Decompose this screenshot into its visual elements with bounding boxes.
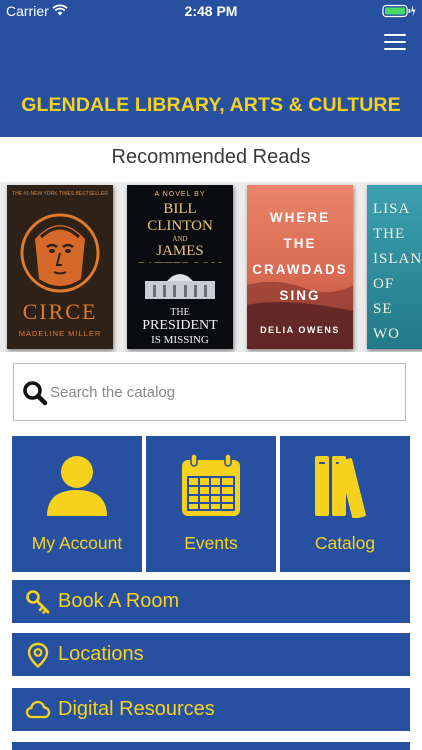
tile-label: Catalog (314, 533, 376, 553)
author-line: BILL (163, 201, 197, 217)
app-header: Carrier 2:48 PM GLENDALE LIBRARY, ARTS &… (0, 0, 422, 137)
book-title: THE PRESIDENT IS MISSING (127, 307, 233, 348)
recommended-books-carousel[interactable]: THE #1 NEW YORK TIMES BESTSELLER CIRCE M… (0, 182, 422, 352)
key-icon (26, 590, 50, 614)
tile-label: Events (184, 533, 238, 553)
white-house-illustration (133, 263, 227, 303)
status-time: 2:48 PM (184, 3, 238, 19)
hamburger-menu-icon[interactable] (384, 34, 406, 52)
events-tile[interactable]: Events (146, 436, 276, 572)
recommended-heading: Recommended Reads (111, 146, 311, 168)
cloud-icon (25, 700, 51, 719)
book-a-room-button[interactable]: Book A Room (12, 580, 410, 623)
title-line: THE (170, 307, 190, 318)
book-author: MADELINE MILLER (18, 329, 102, 338)
title-line: PRESIDENT (142, 318, 218, 333)
author-and: AND (172, 235, 188, 243)
book-cover-president-is-missing[interactable]: A NOVEL BY BILL CLINTON AND JAMES PATTER… (127, 185, 233, 349)
greek-face-illustration (19, 209, 101, 295)
menu-row-partial[interactable] (12, 742, 410, 750)
row-label: Locations (58, 643, 144, 665)
row-label: Book A Room (58, 590, 180, 612)
tile-label: My Account (31, 533, 123, 553)
catalog-search-box[interactable] (13, 363, 406, 421)
book-title: LISA THE ISLAN OF SE WO (373, 201, 422, 342)
status-bar: Carrier 2:48 PM (0, 0, 422, 24)
my-account-tile[interactable]: My Account (12, 436, 142, 572)
title-line: CRAWDADS (252, 262, 348, 277)
battery-icon (382, 4, 416, 18)
title-line: THE (283, 236, 317, 251)
search-icon[interactable] (22, 380, 48, 406)
locations-button[interactable]: Locations (12, 633, 410, 676)
row-label: Digital Resources (58, 698, 215, 720)
book-prefix: A NOVEL BY (154, 191, 206, 198)
book-title: WHERE THE CRAWDADS SING (247, 205, 353, 309)
author-line: JAMES (156, 243, 204, 259)
user-icon (47, 456, 107, 516)
calendar-icon (182, 454, 240, 516)
map-pin-icon (27, 642, 49, 668)
catalog-tile[interactable]: Catalog (280, 436, 410, 572)
book-author: DELIA OWENS (260, 325, 340, 335)
title-line: SING (279, 288, 321, 303)
author-line: CLINTON (147, 218, 213, 234)
app-title: GLENDALE LIBRARY, ARTS & CULTURE (21, 94, 401, 116)
title-line: WHERE (269, 210, 331, 225)
book-title: CIRCE (22, 299, 98, 324)
book-cover-circe[interactable]: THE #1 NEW YORK TIMES BESTSELLER CIRCE M… (7, 185, 113, 349)
digital-resources-button[interactable]: Digital Resources (12, 688, 410, 731)
books-icon (315, 456, 366, 518)
book-cover-where-the-crawdads-sing[interactable]: WHERE THE CRAWDADS SING DELIA OWENS (247, 185, 353, 349)
title-line: IS MISSING (151, 334, 209, 346)
book-tagline: THE #1 NEW YORK TIMES BESTSELLER (12, 191, 108, 197)
search-input[interactable] (50, 374, 400, 410)
book-cover-partial[interactable]: LISA THE ISLAN OF SE WO (367, 185, 422, 349)
